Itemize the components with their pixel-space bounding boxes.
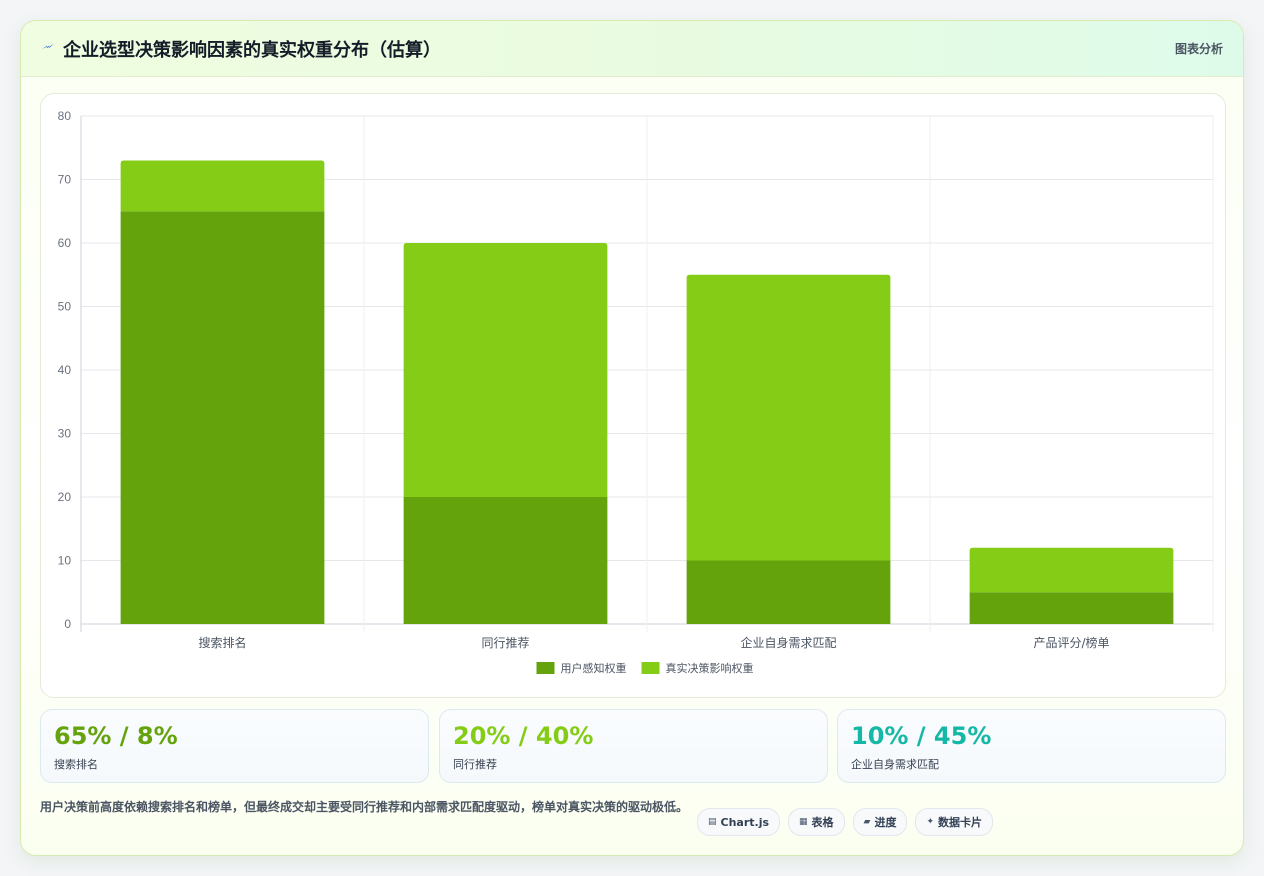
pill-label: 数据卡片 [938,816,983,829]
y-tick-label: 20 [58,490,72,504]
sparkle-icon: ✦ [926,817,935,827]
bar-perceived-3 [969,592,1174,624]
card-header: 企业选型决策影响因素的真实权重分布（估算） 图表分析 [21,21,1243,77]
pill-data-card[interactable]: ✦ 数据卡片 [915,808,994,836]
stat-value: 20% / 40% [453,722,594,750]
y-tick-label: 50 [58,300,72,314]
pill-progress[interactable]: ▰ 进度 [852,808,908,836]
y-tick-label: 0 [64,617,71,631]
x-tick-label: 搜索排名 [198,635,246,650]
stat-card-needs-match: 10% / 45% 企业自身需求匹配 [837,709,1226,783]
x-tick-label: 企业自身需求匹配 [740,635,836,650]
stat-card-peer-recommendation: 20% / 40% 同行推荐 [439,709,828,783]
y-tick-label: 80 [58,109,72,123]
bar-actual-0 [120,160,325,212]
legend-swatch-1 [641,662,660,674]
bar-actual-2 [686,274,891,561]
pill-chartjs[interactable]: ▤ Chart.js [697,808,781,836]
table-icon: ▦ [799,817,808,827]
pill-label: 表格 [811,816,834,829]
bar-actual-3 [969,547,1174,593]
bolt-icon [42,44,54,49]
y-tick-label: 40 [58,363,72,377]
stat-value: 10% / 45% [851,722,992,750]
stat-card-search-ranking: 65% / 8% 搜索排名 [40,709,429,783]
stacked-bar-chart: 0 10 20 30 40 50 60 70 80 搜索排名 同行推荐 企业自身需求匹配 产品评分/榜单… [58,109,1214,675]
stat-label: 同行推荐 [453,758,497,771]
pill-label: Chart.js [720,815,770,829]
stat-value: 65% / 8% [54,722,178,750]
chart-icon: ▤ [708,817,717,827]
page-title: 企业选型决策影响因素的真实权重分布（估算） [63,40,441,61]
stat-label: 企业自身需求匹配 [851,758,939,771]
x-tick-label: 同行推荐 [481,636,529,650]
y-tick-label: 60 [58,236,72,250]
legend-label-0: 用户感知权重 [561,661,627,675]
chart-analysis-tag[interactable]: 图表分析 [1175,40,1223,57]
bar-perceived-2 [686,560,891,624]
y-tick-label: 30 [58,427,72,441]
x-tick-label: 产品评分/榜单 [1033,635,1109,650]
summary-text: 用户决策前高度依赖搜索排名和榜单，但最终成交却主要受同行推荐和内部需求匹配度驱动… [40,800,689,814]
bar-perceived-0 [120,211,325,624]
stat-label: 搜索排名 [54,758,98,771]
legend-swatch-0 [536,662,555,674]
y-tick-label: 10 [58,554,72,568]
progress-icon: ▰ [863,817,871,827]
y-tick-label: 70 [58,173,72,187]
chart-card: 企业选型决策影响因素的真实权重分布（估算） 图表分析 0 10 20 30 40 50 60… [20,20,1244,856]
pill-table[interactable]: ▦ 表格 [788,808,845,836]
bar-perceived-1 [403,497,608,624]
tech-pills: ▤ Chart.js ▦ 表格 ▰ 进度 ✦ 数据卡片 [697,808,994,836]
bar-actual-1 [403,243,608,497]
chart-panel: 0 10 20 30 40 50 60 70 80 搜索排名 同行推荐 企业自身需求匹配 产品评分/榜单… [40,93,1226,698]
legend-label-1: 真实决策影响权重 [666,661,754,675]
pill-label: 进度 [874,816,897,829]
